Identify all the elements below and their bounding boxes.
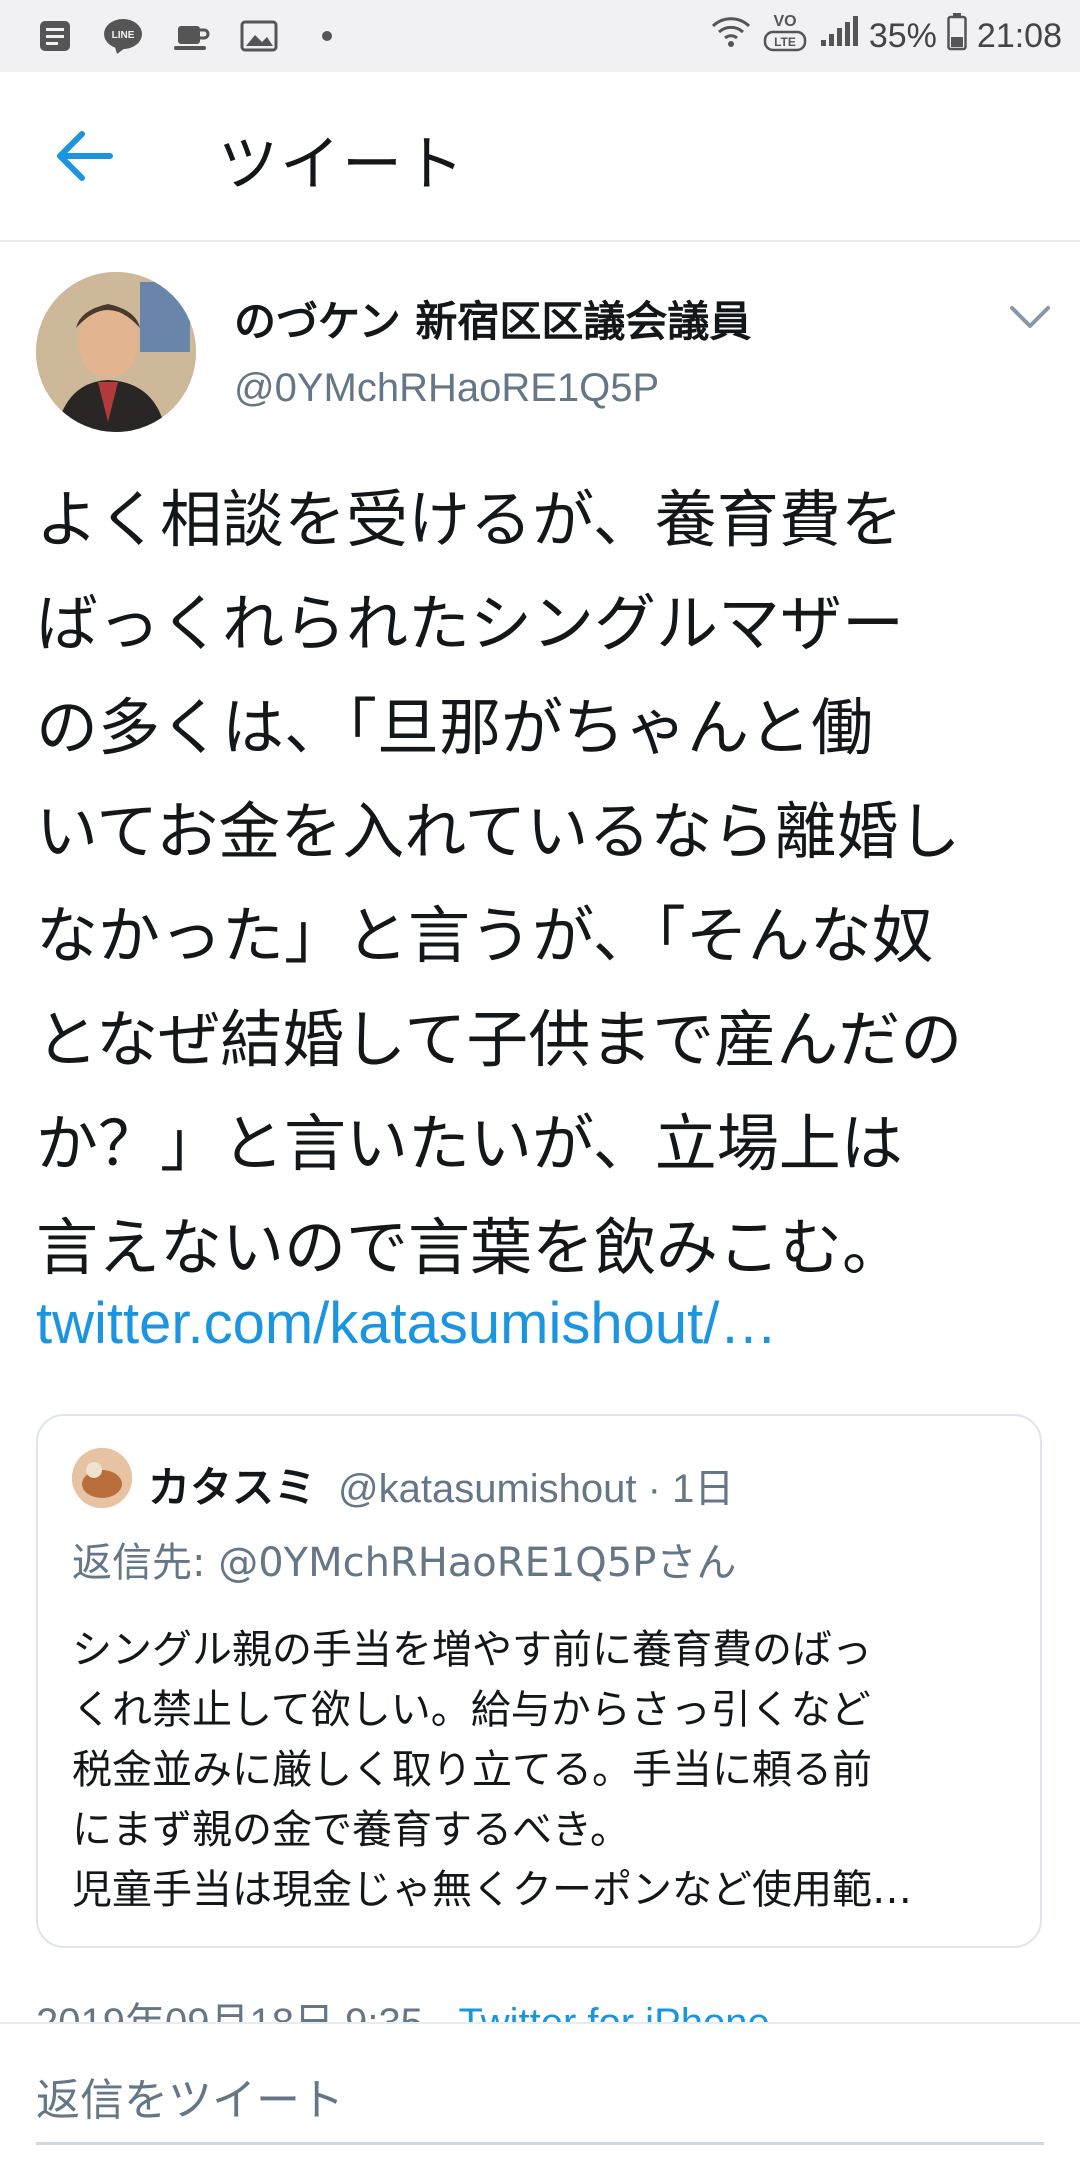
reply-input[interactable]: 返信をツイート [36,2064,344,2128]
quote-author-avatar [72,1448,132,1508]
author-handle[interactable]: @0YMchRHaoRE1Q5P [234,366,659,411]
reply-underline [36,2142,1044,2145]
quote-author-meta: @katasumishout · 1日 [338,1467,735,1511]
app-bar: ツイート [0,72,1080,242]
quote-author-name: カタスミ [148,1463,317,1512]
battery-percent: 35% [868,16,937,55]
status-bar: LINE VO LTE 35% 21:08 [0,0,1080,72]
dot-icon [306,15,348,57]
svg-text:LINE: LINE [112,30,135,41]
author-avatar[interactable] [36,272,196,432]
back-arrow-icon[interactable] [52,130,116,182]
volte-icon: VO LTE [761,8,809,65]
tweet-text: よく相談を受けるが、養育費を ばっくれられたシングルマザー の多くは、「旦那がち… [36,483,963,1284]
signal-icon [819,15,859,57]
notification-list-icon [34,15,76,57]
chevron-down-icon[interactable] [1008,302,1052,332]
quote-reply-to: 返信先: @0YMchRHaoRE1Q5Pさん [72,1540,737,1586]
line-app-icon: LINE [102,15,144,57]
quote-text: シングル親の手当を増やす前に養育費のばっ くれ禁止して欲しい。給与からさっ引くな… [72,1627,912,1913]
author-name[interactable]: のづケン 新宿区区議会議員 [234,288,751,349]
page-title: ツイート [218,130,466,200]
svg-text:VO: VO [773,13,796,30]
reply-bar: 返信をツイート [0,2022,1080,2162]
svg-text:LTE: LTE [774,35,796,49]
coffee-icon [170,15,212,57]
tweet-link[interactable]: twitter.com/katasumishout/… [36,1290,777,1357]
wifi-icon [711,14,751,59]
clock: 21:08 [976,16,1062,55]
battery-icon [947,12,967,60]
quoted-tweet[interactable]: カタスミ @katasumishout · 1日 返信先: @0YMchRHao… [36,1414,1042,1948]
image-icon [238,15,280,57]
